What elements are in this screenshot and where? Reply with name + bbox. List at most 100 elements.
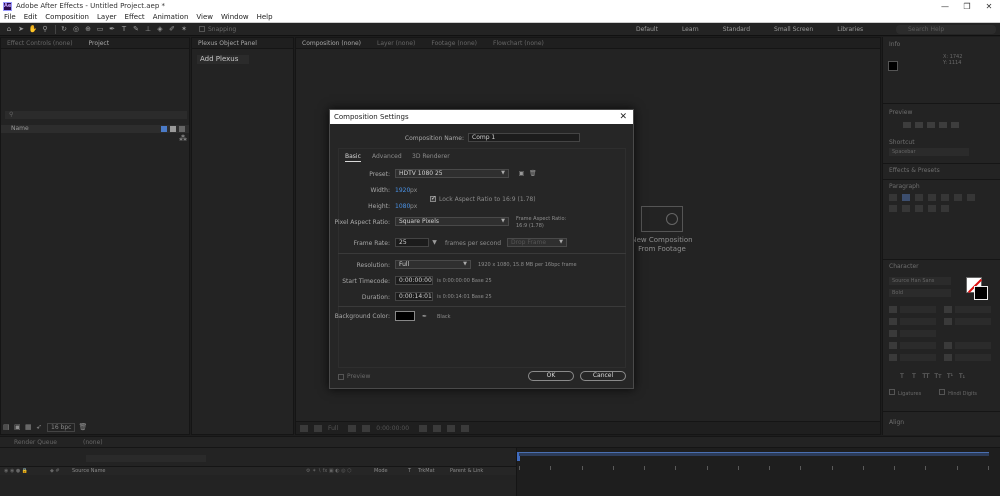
always-preview-icon[interactable]: [300, 424, 308, 432]
home-icon[interactable]: ⌂: [4, 25, 14, 34]
viewer-timecode[interactable]: 0:00:00:00: [376, 425, 409, 432]
paragraph-panel-title[interactable]: Paragraph: [889, 183, 920, 190]
tab-composition[interactable]: Composition (none): [302, 40, 361, 47]
first-frame-icon[interactable]: [903, 122, 911, 128]
tab-timeline-none[interactable]: (none): [83, 439, 103, 446]
align-center-icon[interactable]: [902, 194, 910, 201]
justify-right-icon[interactable]: [954, 194, 962, 201]
faux-bold-icon[interactable]: T: [897, 373, 907, 381]
menu-window[interactable]: Window: [221, 13, 249, 21]
grid-icon[interactable]: [348, 424, 357, 432]
menu-animation[interactable]: Animation: [153, 13, 189, 21]
selection-tool-icon[interactable]: ➤: [16, 25, 26, 34]
time-ruler[interactable]: [516, 448, 1000, 496]
all-caps-icon[interactable]: TT: [921, 373, 931, 381]
kerning-field[interactable]: [900, 317, 936, 325]
roto-brush-tool-icon[interactable]: ✐: [167, 25, 177, 34]
eraser-tool-icon[interactable]: ◈: [155, 25, 165, 34]
dialog-close-icon[interactable]: ✕: [619, 110, 627, 124]
small-caps-icon[interactable]: Tт: [933, 373, 943, 381]
new-folder-icon[interactable]: ▣: [14, 424, 22, 431]
hand-tool-icon[interactable]: ✋: [28, 25, 38, 34]
ligatures-option[interactable]: Ligatures: [889, 389, 921, 397]
magnification-icon[interactable]: [314, 424, 322, 432]
add-plexus-button[interactable]: Add Plexus: [197, 55, 249, 64]
tsume-field[interactable]: [955, 353, 991, 361]
preset-select[interactable]: HDTV 1080 25 ▼: [395, 169, 509, 178]
timeline-search-input[interactable]: [86, 455, 206, 462]
restore-button[interactable]: ❐: [956, 2, 978, 11]
font-style-select[interactable]: Bold: [889, 289, 951, 297]
column-source-name[interactable]: Source Name: [72, 468, 106, 474]
justify-all-icon[interactable]: [967, 194, 975, 201]
space-before-icon[interactable]: [915, 205, 923, 212]
snapping-toggle[interactable]: Snapping: [199, 26, 236, 33]
preview-checkbox[interactable]: [338, 373, 344, 380]
pixel-aspect-select[interactable]: Square Pixels ▼: [395, 217, 509, 226]
clone-stamp-tool-icon[interactable]: ⊥: [143, 25, 153, 34]
previous-frame-icon[interactable]: [915, 122, 923, 128]
play-icon[interactable]: [927, 122, 935, 128]
indent-left-icon[interactable]: [889, 205, 897, 212]
new-composition-from-footage[interactable]: New Composition From Footage: [631, 206, 693, 254]
menu-composition[interactable]: Composition: [45, 13, 89, 21]
rectangle-tool-icon[interactable]: ▭: [95, 25, 105, 34]
frame-rate-input[interactable]: 25: [395, 238, 429, 247]
character-panel-title[interactable]: Character: [889, 263, 919, 270]
align-panel-title[interactable]: Align: [889, 419, 904, 426]
duration-input[interactable]: 0:00:14:01: [395, 292, 433, 301]
align-right-icon[interactable]: [915, 194, 923, 201]
pan-behind-tool-icon[interactable]: ⊕: [83, 25, 93, 34]
horizontal-scale-field[interactable]: [955, 341, 991, 349]
width-value[interactable]: 1920: [395, 187, 410, 194]
menu-file[interactable]: File: [4, 13, 16, 21]
layer-switches-icon[interactable]: ⚙ ✶ ∖ fx ▣ ◐ ◎ ⬡: [306, 468, 352, 474]
workspace-small-screen[interactable]: Small Screen: [774, 26, 813, 33]
render-icon[interactable]: ➶: [36, 424, 44, 431]
close-window-button[interactable]: ✕: [978, 2, 1000, 11]
workspace-libraries[interactable]: Libraries: [837, 26, 863, 33]
zoom-tool-icon[interactable]: ⚲: [40, 25, 50, 34]
search-help-input[interactable]: Search Help: [896, 25, 996, 34]
minimize-button[interactable]: —: [934, 2, 956, 11]
start-timecode-input[interactable]: 0:00:00:00: [395, 276, 433, 285]
info-panel-title[interactable]: Info: [889, 41, 900, 48]
preview-panel-title[interactable]: Preview: [889, 109, 912, 116]
tab-footage[interactable]: Footage (none): [431, 40, 477, 47]
leading-field[interactable]: [955, 305, 991, 313]
shortcut-select[interactable]: Spacebar: [889, 148, 969, 156]
justify-center-icon[interactable]: [941, 194, 949, 201]
tab-effect-controls[interactable]: Effect Controls (none): [7, 40, 73, 47]
align-left-icon[interactable]: [889, 194, 897, 201]
subscript-icon[interactable]: T₁: [957, 373, 967, 381]
av-switches-icon[interactable]: ◉ ◉ ● 🔒: [4, 468, 28, 474]
tab-basic[interactable]: Basic: [345, 153, 361, 162]
frame-rate-dropdown-icon[interactable]: ▼: [431, 239, 438, 246]
tab-project[interactable]: Project: [89, 40, 110, 47]
next-frame-icon[interactable]: [939, 122, 947, 128]
type-tool-icon[interactable]: T: [119, 25, 129, 34]
label-column-icon[interactable]: [161, 126, 167, 132]
font-size-field[interactable]: [900, 305, 936, 313]
last-frame-icon[interactable]: [951, 122, 959, 128]
column-trkmat[interactable]: TrkMat: [418, 468, 435, 474]
flowchart-icon[interactable]: ⁂: [179, 134, 187, 143]
column-mode[interactable]: Mode: [374, 468, 388, 474]
background-color-swatch[interactable]: [395, 311, 415, 321]
font-family-select[interactable]: Source Han Sans: [889, 277, 951, 285]
first-line-indent-icon[interactable]: [941, 205, 949, 212]
ok-button[interactable]: OK: [528, 371, 574, 381]
effects-presets-title[interactable]: Effects & Presets: [889, 167, 940, 174]
puppet-tool-icon[interactable]: ✶: [179, 25, 189, 34]
superscript-icon[interactable]: T¹: [945, 373, 955, 381]
column-name[interactable]: Name: [11, 125, 29, 132]
transparency-grid-icon[interactable]: [461, 424, 470, 432]
hindi-digits-checkbox[interactable]: [939, 389, 946, 395]
comp-name-input[interactable]: Comp 1: [468, 133, 580, 142]
height-value[interactable]: 1080: [395, 203, 410, 210]
type-column-icon[interactable]: [179, 126, 185, 132]
preview-toggle[interactable]: Preview: [338, 373, 370, 380]
resolution-select[interactable]: Full ▼: [395, 260, 471, 269]
justify-left-icon[interactable]: [928, 194, 936, 201]
tab-3d-renderer[interactable]: 3D Renderer: [412, 153, 450, 160]
